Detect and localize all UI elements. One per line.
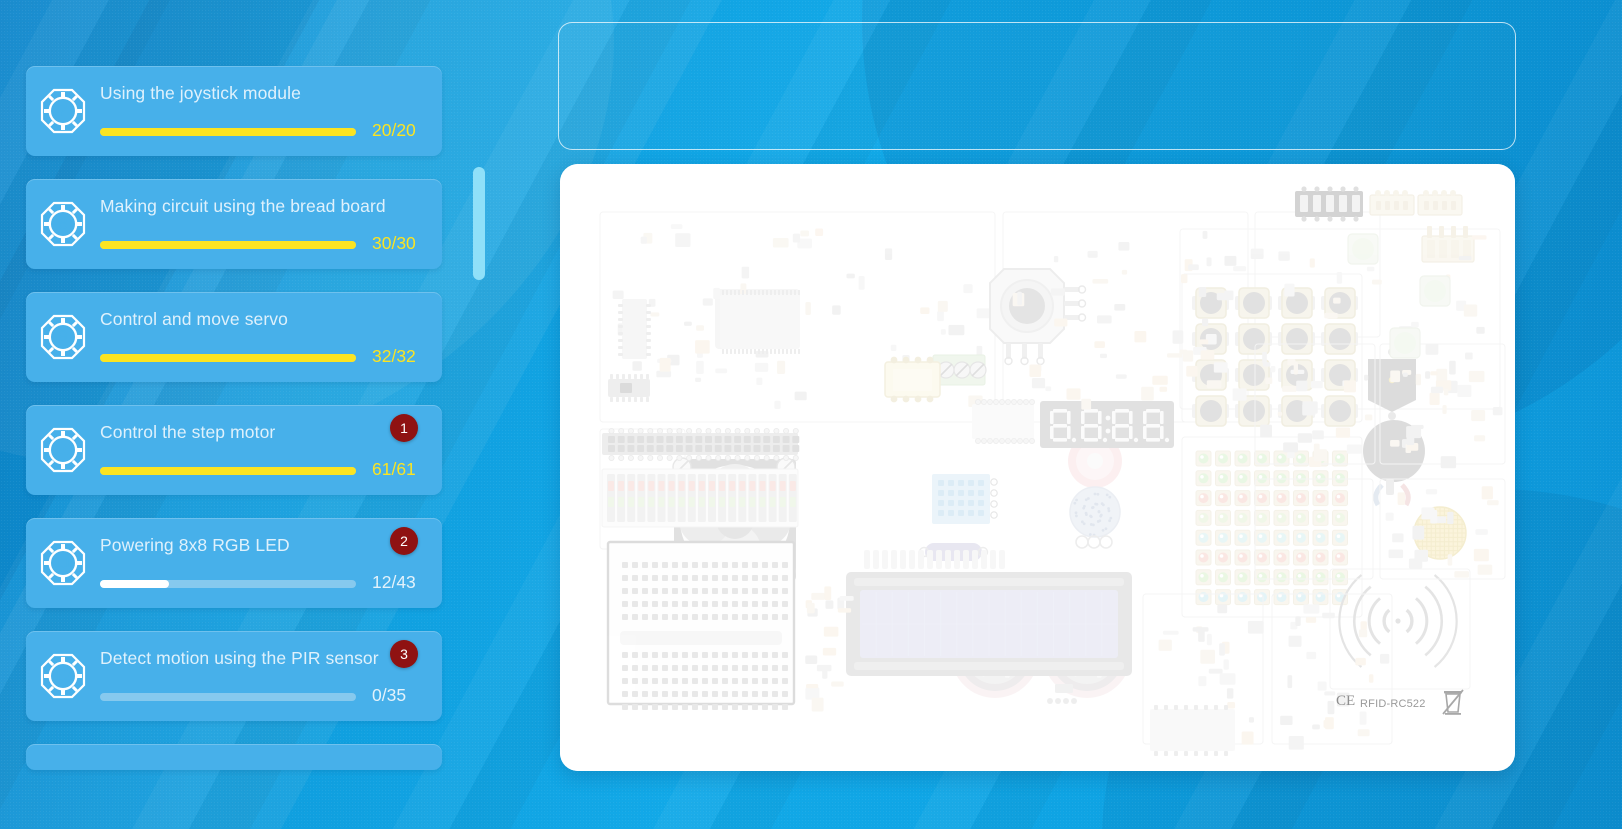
- progress-count-label: 32/32: [372, 346, 416, 366]
- lesson-badge-icon: 12: [40, 653, 86, 699]
- lesson-progress-row: 61/61: [100, 459, 432, 479]
- list-scrollbar-thumb[interactable]: [473, 167, 485, 280]
- progress-bar-fill: [100, 241, 356, 249]
- circuit-board-viewer[interactable]: RFID-RC522 CE: [560, 164, 1515, 771]
- lesson-title: Control and move servo: [100, 309, 288, 329]
- notification-badge[interactable]: 1: [390, 414, 418, 442]
- progress-bar-track: [100, 467, 356, 475]
- lesson-progress-row: 0/35: [100, 685, 432, 705]
- progress-count-label: 20/20: [372, 120, 416, 140]
- progress-count-label: 12/43: [372, 572, 416, 592]
- lesson-card-12[interactable]: 12 Detect motion using the PIR sensor 0/35…: [26, 631, 442, 721]
- progress-count-label: 61/61: [372, 459, 416, 479]
- lesson-progress-row: 32/32: [100, 346, 432, 366]
- lesson-badge-icon: 11: [40, 540, 86, 586]
- lesson-card-9[interactable]: 9 Control and move servo 32/32: [26, 292, 442, 382]
- progress-bar-track: [100, 693, 356, 701]
- progress-bar-fill: [100, 354, 356, 362]
- lesson-title: Using the joystick module: [100, 83, 301, 103]
- progress-count-label: 30/30: [372, 233, 416, 253]
- empty-info-panel[interactable]: [558, 22, 1516, 150]
- lesson-badge-icon: 10: [40, 427, 86, 473]
- lesson-list: 7 Using the joystick module 20/20 8 Making c…: [26, 0, 444, 829]
- lesson-progress-row: 12/43: [100, 572, 432, 592]
- list-scrollbar-track[interactable]: [473, 20, 485, 810]
- lesson-card-7[interactable]: 7 Using the joystick module 20/20: [26, 66, 442, 156]
- wee-bin-icon: [1440, 686, 1466, 716]
- lesson-title: Making circuit using the bread board: [100, 196, 386, 216]
- lesson-title: Control the step motor: [100, 422, 276, 442]
- lesson-progress-row: 30/30: [100, 233, 432, 253]
- progress-count-label: 0/35: [372, 685, 407, 705]
- lesson-number: 10: [53, 440, 73, 459]
- circuit-board-illustration: [560, 164, 1515, 771]
- lesson-card-8[interactable]: 8 Making circuit using the bread board 30/…: [26, 179, 442, 269]
- lesson-title: Detect motion using the PIR sensor: [100, 648, 379, 668]
- notification-badge[interactable]: 3: [390, 640, 418, 668]
- progress-bar-track: [100, 580, 356, 588]
- progress-bar-fill: [100, 580, 170, 588]
- progress-bar-fill: [100, 128, 356, 136]
- progress-bar-track: [100, 354, 356, 362]
- ce-mark-icon: CE: [1336, 693, 1356, 709]
- lesson-number: 9: [58, 327, 68, 346]
- lesson-card-partial[interactable]: [26, 744, 442, 770]
- progress-bar-fill: [100, 467, 356, 475]
- progress-bar-track: [100, 128, 356, 136]
- lesson-title: Powering 8x8 RGB LED: [100, 535, 290, 555]
- notification-badge[interactable]: 2: [390, 527, 418, 555]
- lesson-card-11[interactable]: 11 Powering 8x8 RGB LED 12/43 2: [26, 518, 442, 608]
- lesson-number: 7: [58, 101, 68, 120]
- lesson-badge-icon: 9: [40, 314, 86, 360]
- lesson-number: 8: [58, 214, 68, 233]
- lesson-number: 11: [54, 553, 72, 572]
- lesson-card-10[interactable]: 10 Control the step motor 61/61 1: [26, 405, 442, 495]
- rfid-module-label: RFID-RC522: [1360, 698, 1426, 710]
- lesson-badge-icon: 8: [40, 201, 86, 247]
- lesson-badge-icon: 7: [40, 88, 86, 134]
- progress-bar-track: [100, 241, 356, 249]
- lesson-number: 12: [53, 666, 73, 685]
- lesson-progress-row: 20/20: [100, 120, 432, 140]
